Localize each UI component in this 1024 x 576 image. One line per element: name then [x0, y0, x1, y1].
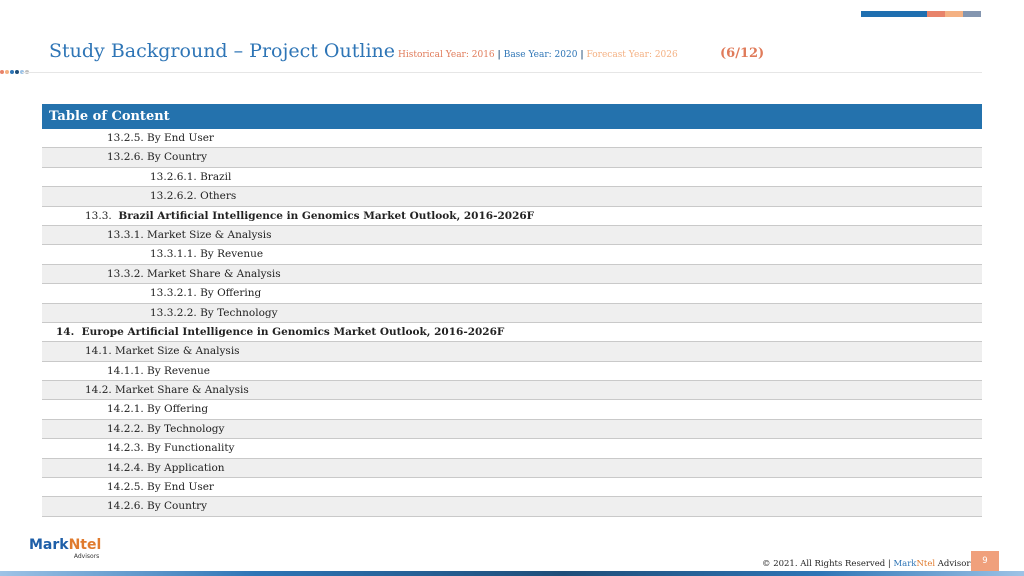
- accent-bar-gray: [963, 11, 981, 17]
- toc-text: By Country: [147, 500, 208, 513]
- forecast-year: Forecast Year: 2026: [586, 50, 678, 60]
- toc-row: 14.2. Market Share & Analysis: [42, 381, 982, 401]
- toc-text: By Application: [147, 461, 225, 474]
- toc-text: By End User: [147, 132, 214, 144]
- toc-row: 13.3.1.1. By Revenue: [42, 245, 982, 265]
- toc-text: By Offering: [147, 403, 209, 416]
- toc-row: 14.2.1. By Offering: [42, 400, 982, 420]
- dot: [15, 70, 19, 74]
- dot: [5, 70, 9, 74]
- toc-text: 13.2.6.1. Brazil: [150, 170, 232, 183]
- toc-text: By Functionality: [147, 442, 235, 455]
- toc-row: 13.3.2. Market Share & Analysis: [42, 264, 982, 285]
- toc-row: 14.2.5. By End User: [42, 478, 982, 498]
- toc-number: 14.1.1.: [107, 364, 144, 377]
- toc-row: 14.1.1. By Revenue: [42, 362, 982, 382]
- toc-number: 14.2.2.: [107, 422, 144, 435]
- accent-bar-coral: [927, 11, 945, 17]
- toc-number: 13.2.5.: [107, 132, 144, 144]
- markntel-logo: MarkNtel Advisors: [29, 538, 101, 560]
- logo-ntel-text: Ntel: [68, 537, 102, 553]
- accent-bar-peach: [945, 11, 963, 17]
- toc-row: 13.2.6.2. Others: [42, 187, 982, 207]
- toc-row: 14.2.2. By Technology: [42, 419, 982, 440]
- toc-number: 14.2.1.: [107, 403, 144, 416]
- separator: |: [497, 50, 501, 60]
- toc-row: 13.3.1. Market Size & Analysis: [42, 225, 982, 246]
- toc-text: 14.1. Market Size & Analysis: [85, 345, 240, 358]
- toc-row: 14. Europe Artificial Intelligence in Ge…: [42, 323, 982, 343]
- toc-number: 14.2.6.: [107, 500, 144, 513]
- toc-text: 14.2. Market Share & Analysis: [85, 384, 249, 397]
- separator: |: [580, 50, 584, 60]
- toc-text: 13.2.6.2. Others: [150, 190, 237, 203]
- toc-row: 14.1. Market Size & Analysis: [42, 342, 982, 362]
- toc-text: By Technology: [147, 422, 225, 435]
- title-divider: [22, 72, 982, 73]
- toc-row: 13.3.2.2. By Technology: [42, 303, 982, 323]
- toc-text: Market Size & Analysis: [147, 228, 272, 241]
- section-page-count: (6/12): [720, 46, 765, 61]
- toc-row: 13.3.2.1. By Offering: [42, 284, 982, 304]
- toc-number: 13.3.: [85, 209, 112, 222]
- toc-number: 13.2.6.: [107, 151, 144, 164]
- logo-subtext: Advisors: [73, 553, 100, 560]
- footer-brand-ntel: Ntel: [916, 559, 936, 569]
- toc-text: Europe Artificial Intelligence in Genomi…: [81, 325, 505, 338]
- toc-text: By Revenue: [147, 364, 210, 377]
- toc-number: 14.2.4.: [107, 461, 144, 474]
- toc-row: 13.2.6.1. Brazil: [42, 168, 982, 188]
- toc-rows: 13.2.5. By End User 13.2.6. By Country 13.…: [42, 129, 982, 517]
- logo-wordmark: MarkNtel: [29, 538, 101, 552]
- toc-text: 13.3.1.1. By Revenue: [150, 248, 264, 261]
- toc-number: 13.3.1.: [107, 228, 144, 241]
- copyright-text: © 2021. All Rights Reserved |: [762, 559, 891, 569]
- year-info: Historical Year: 2016 | Base Year: 2020 …: [398, 50, 678, 60]
- toc-text: Brazil Artificial Intelligence in Genomi…: [118, 209, 535, 222]
- toc-header: Table of Content: [42, 104, 982, 129]
- table-of-content: Table of Content 13.2.5. By End User 13.2…: [42, 104, 982, 517]
- bottom-gradient-bar: [0, 571, 1024, 576]
- accent-bar-blue: [861, 11, 927, 17]
- toc-text: 13.3.2.2. By Technology: [150, 306, 278, 319]
- page-number: 9: [971, 551, 999, 571]
- dot: [0, 70, 4, 74]
- title-row: Study Background – Project Outline: [49, 40, 395, 68]
- toc-text: 13.3.2.1. By Offering: [150, 287, 262, 300]
- logo-mark-text: Mark: [29, 537, 69, 553]
- toc-row: 13.2.5. By End User: [42, 129, 982, 149]
- toc-number: 14.: [56, 325, 75, 338]
- toc-text: By End User: [147, 481, 214, 494]
- top-accent-bars: [861, 11, 981, 17]
- historical-year: Historical Year: 2016: [398, 50, 495, 60]
- dot: [10, 70, 14, 74]
- toc-row: 14.2.3. By Functionality: [42, 439, 982, 459]
- toc-row: 14.2.6. By Country: [42, 497, 982, 517]
- toc-text: Market Share & Analysis: [147, 267, 281, 280]
- footer-brand-mark: Mark: [893, 559, 917, 569]
- footer-brand-rest: Advisors: [937, 559, 975, 569]
- toc-row: 13.2.6. By Country: [42, 148, 982, 168]
- footer-copyright: © 2021. All Rights Reserved | MarkNtel A…: [762, 559, 975, 569]
- toc-number: 14.2.3.: [107, 442, 144, 455]
- toc-number: 14.2.5.: [107, 481, 144, 494]
- toc-row: 13.3. Brazil Artificial Intelligence in …: [42, 207, 982, 226]
- toc-row: 14.2.4. By Application: [42, 458, 982, 479]
- toc-number: 13.3.2.: [107, 267, 144, 280]
- page-title: Study Background – Project Outline: [49, 40, 396, 62]
- base-year: Base Year: 2020: [503, 50, 578, 60]
- toc-text: By Country: [147, 151, 208, 164]
